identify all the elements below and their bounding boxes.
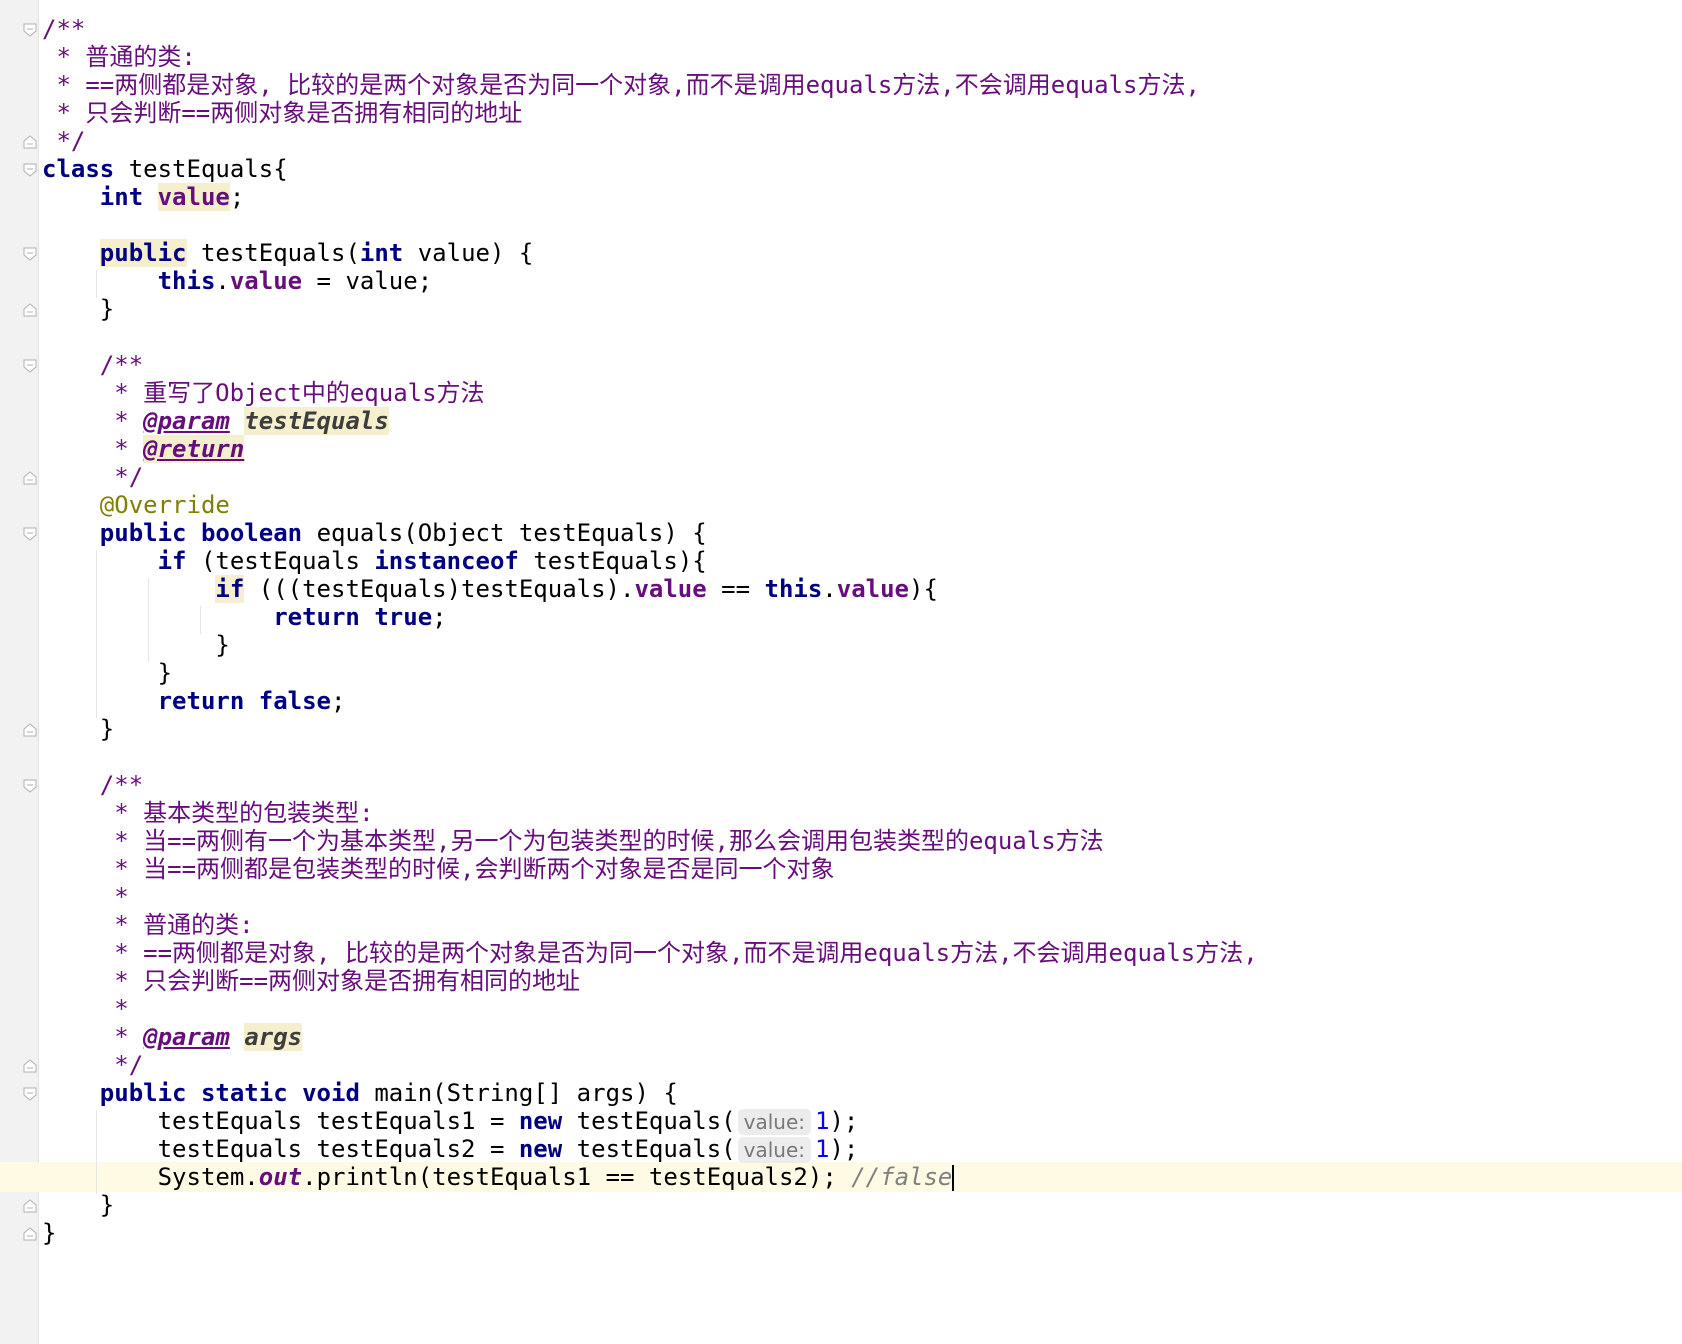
code-line[interactable]: public boolean equals(Object testEquals)… [42,518,707,548]
fold-open-icon[interactable] [23,163,37,177]
code-line[interactable]: */ [42,462,143,492]
code-line[interactable]: * [42,994,128,1024]
code-line[interactable]: if (((testEquals)testEquals).value == th… [42,574,938,604]
code-line[interactable]: * 当==两侧都是包装类型的时候,会判断两个对象是否是同一个对象 [42,854,834,884]
code-line[interactable]: * 普通的类: [42,42,195,72]
code-line[interactable]: * @param args [42,1022,303,1052]
fold-open-icon[interactable] [23,527,37,541]
fold-open-icon[interactable] [23,779,37,793]
code-line[interactable]: } [42,714,114,744]
code-line[interactable]: testEquals testEquals2 = new testEquals(… [42,1134,858,1164]
code-line[interactable]: * 只会判断==两侧对象是否拥有相同的地址 [42,966,580,996]
parameter-hint: value: [737,1109,811,1135]
code-line[interactable]: class testEquals{ [42,154,288,184]
fold-open-icon[interactable] [23,247,37,261]
fold-open-icon[interactable] [23,1087,37,1101]
fold-close-icon[interactable] [23,471,37,485]
code-line[interactable]: } [42,1218,56,1248]
code-line[interactable]: * 重写了Object中的equals方法 [42,378,484,408]
fold-close-icon[interactable] [23,1199,37,1213]
code-line[interactable]: */ [42,1050,143,1080]
code-line[interactable]: } [42,294,114,324]
code-line[interactable]: * 只会判断==两侧对象是否拥有相同的地址 [42,98,522,128]
code-line[interactable]: return true; [42,602,446,632]
code-line[interactable]: */ [42,126,85,156]
fold-close-icon[interactable] [23,1227,37,1241]
code-line[interactable]: * [42,882,128,912]
fold-open-icon[interactable] [23,23,37,37]
fold-open-icon[interactable] [23,359,37,373]
code-line[interactable]: * 基本类型的包装类型: [42,798,373,828]
code-line[interactable]: return false; [42,686,346,716]
code-line[interactable]: * ==两侧都是对象, 比较的是两个对象是否为同一个对象,而不是调用equals… [42,70,1199,100]
code-line[interactable]: public testEquals(int value) { [42,238,533,268]
code-line[interactable]: * @return [42,434,245,464]
code-line[interactable]: * ==两侧都是对象, 比较的是两个对象是否为同一个对象,而不是调用equals… [42,938,1257,968]
code-line[interactable]: public static void main(String[] args) { [42,1078,678,1108]
fold-close-icon[interactable] [23,1059,37,1073]
code-line[interactable]: this.value = value; [42,266,433,296]
parameter-hint: value: [737,1137,811,1163]
code-line[interactable]: /** [42,14,85,44]
code-line[interactable]: } [42,658,172,688]
code-line[interactable]: @Override [42,490,230,520]
text-cursor [952,1165,955,1191]
fold-close-icon[interactable] [23,135,37,149]
code-line[interactable]: } [42,1190,114,1220]
code-line[interactable]: if (testEquals instanceof testEquals){ [42,546,707,576]
code-line[interactable]: * 普通的类: [42,910,253,940]
code-line[interactable]: } [42,630,229,660]
fold-close-icon[interactable] [23,303,37,317]
code-line[interactable]: * @param testEquals [42,406,389,436]
fold-close-icon[interactable] [23,723,37,737]
code-line[interactable]: /** [42,770,143,800]
code-line[interactable]: int value; [42,182,244,212]
code-line[interactable]: * 当==两侧有一个为基本类型,另一个为包装类型的时候,那么会调用包装类型的eq… [42,826,1103,856]
editor-gutter [0,0,39,1344]
code-line[interactable]: System.out.println(testEquals1 == testEq… [42,1162,955,1192]
code-line[interactable]: /** [42,350,143,380]
code-line[interactable]: testEquals testEquals1 = new testEquals(… [42,1106,858,1136]
code-editor[interactable]: /** * 普通的类: * ==两侧都是对象, 比较的是两个对象是否为同一个对象… [0,0,1682,1344]
